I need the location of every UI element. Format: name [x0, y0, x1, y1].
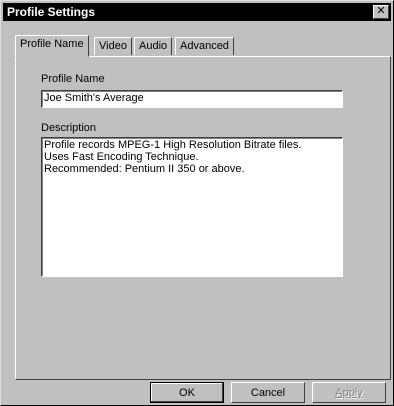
- tab-advanced[interactable]: Advanced: [175, 37, 234, 55]
- description-label: Description: [41, 122, 97, 134]
- ok-button[interactable]: OK: [150, 382, 224, 403]
- title-bar[interactable]: Profile Settings ✕: [3, 3, 391, 21]
- profile-name-input[interactable]: Joe Smith's Average: [41, 90, 343, 108]
- description-line: Uses Fast Encoding Technique.: [44, 151, 199, 163]
- profile-settings-dialog: Profile Settings ✕ Profile Name Video Au…: [0, 0, 394, 406]
- tab-panel: Profile Name Joe Smith's Average Descrip…: [15, 56, 391, 380]
- tab-profile-name[interactable]: Profile Name: [15, 35, 89, 57]
- tab-audio[interactable]: Audio: [134, 37, 173, 55]
- description-line: Profile records MPEG-1 High Resolution B…: [44, 139, 302, 151]
- profile-name-value: Joe Smith's Average: [44, 92, 144, 104]
- description-line: Recommended: Pentium II 350 or above.: [44, 163, 245, 175]
- dialog-title: Profile Settings: [7, 5, 96, 19]
- profile-name-label: Profile Name: [41, 73, 105, 85]
- tab-video[interactable]: Video: [94, 37, 132, 55]
- apply-button[interactable]: Apply: [312, 382, 386, 403]
- description-textarea[interactable]: Profile records MPEG-1 High Resolution B…: [41, 137, 343, 277]
- cancel-button[interactable]: Cancel: [231, 382, 305, 403]
- close-icon[interactable]: ✕: [373, 5, 389, 19]
